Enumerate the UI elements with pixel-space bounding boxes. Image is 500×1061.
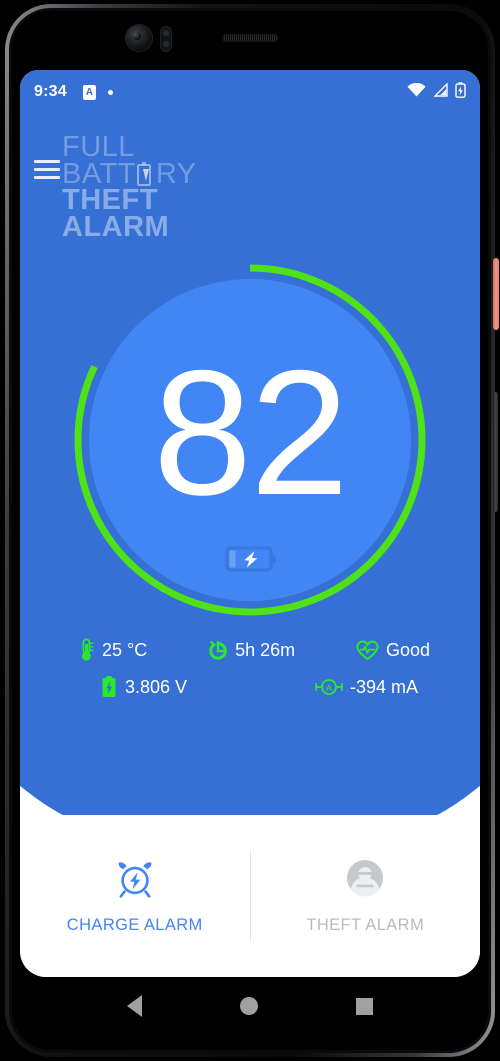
logo-line-full: FULL [62,131,135,163]
android-nav-bar [20,977,480,1035]
stat-temperature-value: 25 °C [102,639,148,660]
cellular-signal-icon [433,81,448,102]
app-logo: FULL BATTERY THEFT ALARM [62,131,242,244]
logo-battery-after: RY [155,157,197,190]
stat-voltage: 3.806 V [100,675,187,699]
stat-temperature: 25 °C [78,638,147,662]
home-nav-icon[interactable] [240,997,258,1015]
charge-alarm-button[interactable]: CHARGE ALARM [20,815,250,977]
proximity-sensor-icon [160,26,172,52]
stat-current-value: -394 mA [349,676,418,697]
stat-health-value: Good [385,639,430,660]
status-bar: 9:34 A [20,70,480,114]
logo-line-battery: BATTERY [62,157,242,190]
battery-stats: 25 °C 5h 26m Good 3.806 V A -394 mA [20,638,480,712]
earpiece-speaker-icon [222,34,278,42]
battery-letter-e-icon [137,161,151,186]
logo-battery-before: BATT [62,157,136,190]
stat-health: Good [356,640,430,661]
ammeter-icon: A [314,677,343,697]
stats-row-1: 25 °C 5h 26m Good [20,638,480,662]
app-notification-badge-icon: A [82,84,96,100]
timer-icon [208,640,228,661]
phone-screen: 9:34 A FULL BATT RY THEFT ALARM 82 25 °C… [20,70,480,977]
charge-alarm-label: CHARGE ALARM [66,915,203,934]
logo-line-alarm: ALARM [62,211,170,244]
phone-device: 9:34 A FULL BATT RY THEFT ALARM 82 25 °C… [0,0,500,1061]
svg-text:A: A [326,683,333,694]
logo-line-theft: THEFT [62,184,158,217]
volume-rocker-button[interactable] [493,392,498,512]
status-time: 9:34 [34,83,67,100]
front-camera-icon [126,25,152,51]
hamburger-menu-icon[interactable] [34,160,60,179]
notification-dot-icon [107,89,113,95]
status-left-icons: A [82,84,113,100]
stats-row-2: 3.806 V A -394 mA [20,675,480,699]
battery-charging-icon [455,81,466,103]
status-right-icons [407,81,466,103]
thief-person-icon [345,858,385,903]
stat-time-remaining-value: 5h 26m [235,639,296,660]
theft-alarm-label: THEFT ALARM [306,915,425,934]
back-nav-icon[interactable] [127,995,142,1017]
battery-voltage-icon [100,675,118,699]
wifi-icon [407,82,426,102]
battery-charging-bolt-icon [224,546,276,572]
alarm-actions: CHARGE ALARM THEFT ALARM [20,815,480,977]
power-button[interactable] [493,258,499,330]
stat-current: A -394 mA [314,676,418,698]
thermometer-icon [78,638,95,662]
theft-alarm-button[interactable]: THEFT ALARM [251,815,481,977]
heart-pulse-icon [356,640,379,661]
stat-voltage-value: 3.806 V [125,676,188,697]
app-bar: FULL BATTERY THEFT ALARM [20,132,480,242]
battery-gauge: 82 [72,262,428,618]
stat-time-remaining: 5h 26m [208,640,295,661]
recents-nav-icon[interactable] [356,997,373,1015]
alarm-clock-bolt-icon [114,858,156,903]
